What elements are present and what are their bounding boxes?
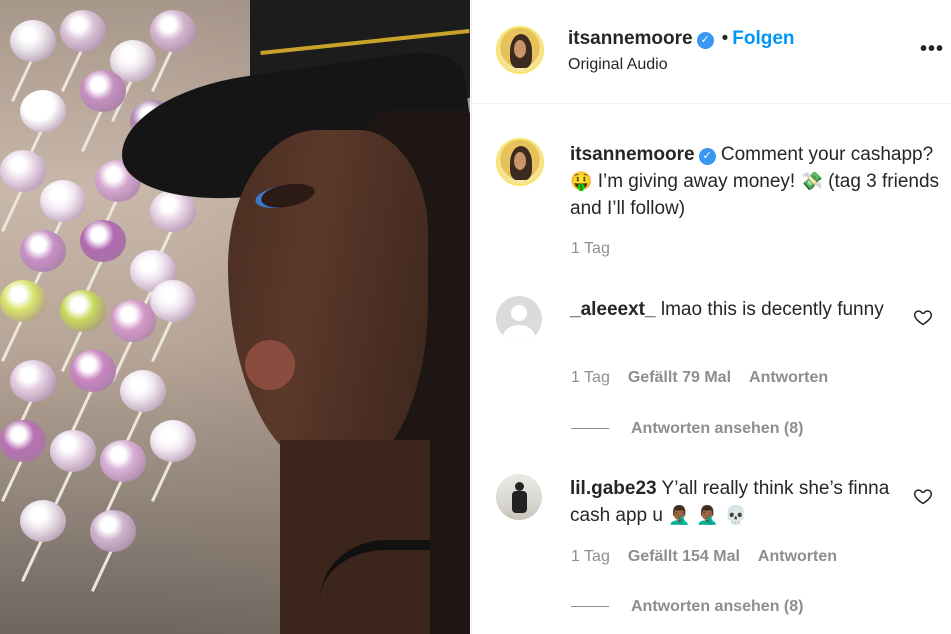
lollipop-stick [91, 545, 115, 592]
lollipop [80, 220, 126, 262]
caption-timestamp[interactable]: 1 Tag [571, 240, 610, 257]
comment-likes[interactable]: Gefällt 79 Mal [628, 369, 731, 386]
comment-timestamp[interactable]: 1 Tag [571, 369, 610, 386]
lollipop [20, 90, 66, 132]
post-header: itsannemoore ✓ • Folgen Original Audio ••• [472, 0, 951, 104]
lollipop-stick [81, 105, 105, 152]
caption-text-2: I’m giving away money! [597, 171, 796, 192]
caption-meta: 1 Tag [571, 240, 628, 258]
view-replies-label: Antworten ansehen (8) [631, 598, 804, 615]
lollipop-stick [1, 455, 25, 502]
reply-button[interactable]: Antworten [749, 369, 828, 386]
reply-button[interactable]: Antworten [758, 548, 837, 565]
view-replies-button[interactable]: Antworten ansehen (8) [571, 598, 803, 616]
lollipop [40, 180, 86, 222]
lollipop [20, 230, 66, 272]
more-options-icon[interactable]: ••• [920, 38, 944, 61]
lollipop-stick [21, 535, 45, 582]
commenter-avatar[interactable] [496, 296, 542, 342]
lollipop [100, 440, 146, 482]
lollipop [0, 420, 46, 462]
comment-likes[interactable]: Gefällt 154 Mal [628, 548, 740, 565]
comment-text-block: _aleeext_ lmao this is decently funny [570, 296, 900, 323]
comment-meta: 1 Tag Gefällt 79 Mal Antworten [571, 369, 846, 387]
caption-username[interactable]: itsannemoore [570, 144, 695, 165]
comment-username[interactable]: lil.gabe23 [570, 478, 657, 499]
comment-timestamp[interactable]: 1 Tag [571, 548, 610, 565]
lollipop [0, 150, 46, 192]
lips [245, 340, 295, 390]
lollipop [10, 360, 56, 402]
post-details-panel: itsannemoore ✓ • Folgen Original Audio ••• … [471, 0, 951, 634]
lollipop [50, 430, 96, 472]
heart-outline-icon[interactable] [913, 486, 933, 506]
lollipop-stick [71, 385, 95, 432]
lollipop [70, 350, 116, 392]
lollipop [120, 370, 166, 412]
follow-button[interactable]: Folgen [732, 28, 794, 49]
comment-text: lmao this is decently funny [660, 299, 884, 320]
replies-divider-line [571, 606, 609, 608]
view-replies-label: Antworten ansehen (8) [631, 420, 804, 437]
caption-avatar[interactable] [496, 138, 544, 186]
money-mouth-emoji: 🤑 [570, 171, 593, 192]
post-video[interactable] [0, 0, 470, 634]
author-username[interactable]: itsannemoore [568, 28, 693, 49]
verified-badge-icon: ✓ [698, 148, 716, 165]
lollipop [60, 290, 106, 332]
caption-text-1: Comment your cashapp? [720, 144, 934, 165]
heart-outline-icon[interactable] [913, 307, 933, 327]
lollipop [90, 510, 136, 552]
lollipop [0, 280, 46, 322]
lollipop [10, 20, 56, 62]
lollipop [20, 500, 66, 542]
lollipop [150, 420, 196, 462]
lollipop-stick [1, 185, 25, 232]
comment-meta: 1 Tag Gefällt 154 Mal Antworten [571, 548, 855, 566]
lollipop [110, 300, 156, 342]
lollipop [80, 70, 126, 112]
lollipop [150, 10, 196, 52]
comment-username[interactable]: _aleeext_ [570, 299, 656, 320]
separator-dot: • [721, 28, 729, 49]
author-avatar[interactable] [496, 26, 544, 74]
lollipop-stick [1, 315, 25, 362]
lollipop [60, 10, 106, 52]
verified-badge-icon: ✓ [696, 32, 714, 49]
header-user-line: itsannemoore ✓ • Folgen [568, 28, 795, 50]
money-wings-emoji: 💸 [800, 171, 823, 192]
replies-divider-line [571, 428, 609, 430]
commenter-avatar[interactable] [496, 474, 542, 520]
audio-link[interactable]: Original Audio [568, 56, 668, 74]
comment-emojis: 🤦🏾‍♂️ 🤦🏾‍♂️ 💀 [668, 505, 747, 526]
view-replies-button[interactable]: Antworten ansehen (8) [571, 420, 803, 438]
post-caption: itsannemoore ✓ Comment your cashapp? 🤑 I’… [570, 141, 940, 222]
comment-text-block: lil.gabe23 Y’all really think she’s finn… [570, 475, 900, 529]
lollipop [150, 280, 196, 322]
